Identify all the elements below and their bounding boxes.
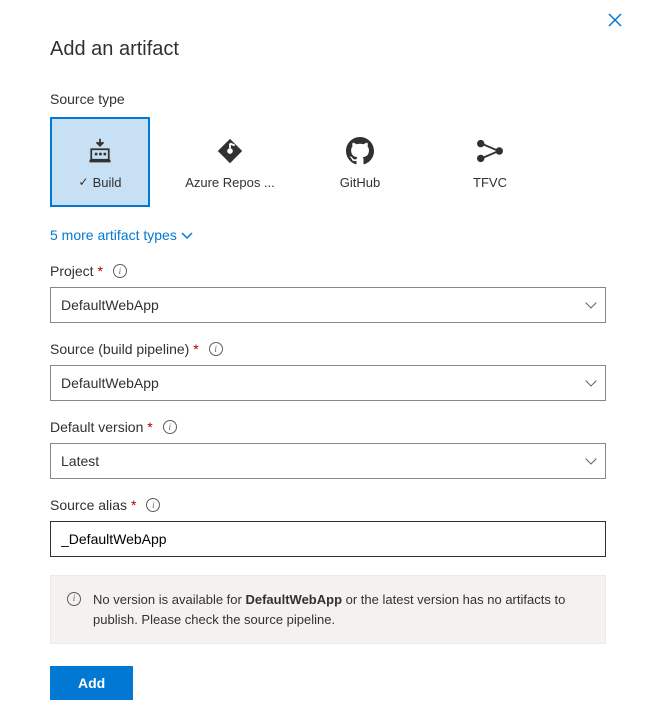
project-select[interactable]: DefaultWebApp	[50, 287, 606, 323]
version-value: Latest	[61, 453, 99, 469]
panel-title: Add an artifact	[50, 38, 606, 61]
field-source: Source (build pipeline) * i DefaultWebAp…	[50, 341, 606, 401]
warning-message: i No version is available for DefaultWeb…	[50, 575, 606, 644]
field-version: Default version * i Latest	[50, 419, 606, 479]
tfvc-icon	[475, 135, 505, 167]
tile-azure-repos[interactable]: Azure Repos ...	[180, 117, 280, 207]
close-icon	[608, 13, 622, 27]
alias-input[interactable]	[50, 521, 606, 557]
tile-tfvc[interactable]: TFVC	[440, 117, 540, 207]
close-button[interactable]	[602, 10, 628, 33]
info-icon[interactable]: i	[209, 342, 223, 356]
tile-github-label: GitHub	[340, 175, 380, 190]
tile-azure-repos-label: Azure Repos ...	[185, 175, 275, 190]
tile-build[interactable]: ✓ Build	[50, 117, 150, 207]
alias-label: Source alias	[50, 497, 127, 513]
chevron-down-icon	[181, 227, 193, 243]
field-alias: Source alias * i	[50, 497, 606, 557]
info-icon[interactable]: i	[113, 264, 127, 278]
warning-message-text: No version is available for DefaultWebAp…	[93, 590, 589, 629]
more-artifact-types-link[interactable]: 5 more artifact types	[50, 227, 193, 243]
project-label: Project	[50, 263, 94, 279]
version-select[interactable]: Latest	[50, 443, 606, 479]
tile-build-label-row: ✓ Build	[79, 175, 122, 190]
azure-repos-icon	[215, 135, 245, 167]
tile-tfvc-label: TFVC	[473, 175, 507, 190]
info-icon: i	[67, 592, 81, 606]
required-marker: *	[131, 497, 136, 513]
tile-build-label: Build	[93, 175, 122, 190]
add-button[interactable]: Add	[50, 666, 133, 700]
add-artifact-panel: Add an artifact Source type ✓ Build Azur…	[0, 0, 646, 720]
version-label: Default version	[50, 419, 143, 435]
project-value: DefaultWebApp	[61, 297, 159, 313]
tile-github[interactable]: GitHub	[310, 117, 410, 207]
source-label: Source (build pipeline)	[50, 341, 189, 357]
required-marker: *	[97, 263, 102, 279]
chevron-down-icon	[585, 453, 596, 464]
info-icon[interactable]: i	[146, 498, 160, 512]
required-marker: *	[193, 341, 198, 357]
more-artifact-types-text: 5 more artifact types	[50, 227, 177, 243]
check-icon: ✓	[79, 175, 89, 189]
github-icon	[346, 135, 374, 167]
field-project: Project * i DefaultWebApp	[50, 263, 606, 323]
source-select[interactable]: DefaultWebApp	[50, 365, 606, 401]
chevron-down-icon	[585, 297, 596, 308]
build-icon	[86, 135, 114, 167]
required-marker: *	[147, 419, 152, 435]
source-type-label: Source type	[50, 91, 606, 107]
source-type-tiles: ✓ Build Azure Repos ... GitHub TFVC	[50, 117, 606, 207]
source-value: DefaultWebApp	[61, 375, 159, 391]
info-icon[interactable]: i	[163, 420, 177, 434]
chevron-down-icon	[585, 375, 596, 386]
